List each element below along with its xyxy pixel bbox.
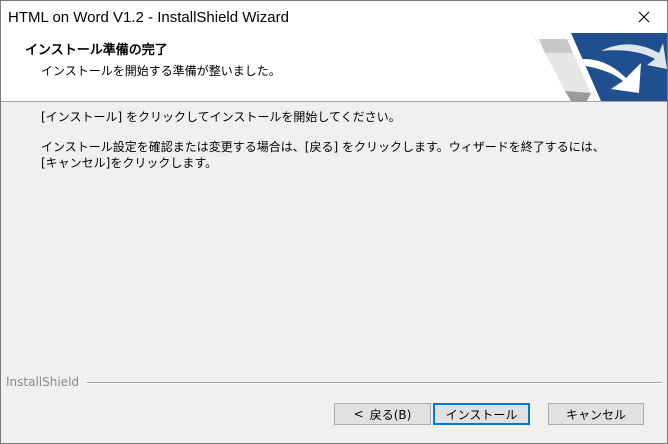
install-button[interactable]: インストール [433, 403, 530, 425]
install-button-label: インストール [445, 407, 518, 422]
back-button[interactable]: < 戻る(B) [334, 403, 431, 425]
installshield-logo-icon [531, 33, 667, 101]
content-area: [インストール] をクリックしてインストールを開始してください。 インストール設… [41, 109, 641, 171]
window-title: HTML on Word V1.2 - InstallShield Wizard [8, 9, 289, 26]
header-banner: インストール準備の完了 インストールを開始する準備が整いました。 [1, 33, 667, 102]
chevron-left-icon: < [353, 407, 364, 421]
divider-line [87, 382, 662, 384]
cancel-button[interactable]: キャンセル [548, 403, 644, 425]
description-text: インストール設定を確認または変更する場合は、[戻る] をクリックします。ウィザー… [41, 140, 605, 154]
page-title: インストール準備の完了 [25, 43, 168, 58]
close-button[interactable] [621, 1, 667, 33]
page-subtitle: インストールを開始する準備が整いました。 [41, 64, 281, 78]
description-text-continued: [キャンセル]をクリックします。 [41, 156, 218, 170]
instruction-text: [インストール] をクリックしてインストールを開始してください。 [41, 110, 401, 124]
cancel-button-label: キャンセル [565, 407, 626, 422]
footer-divider: InstallShield [1, 375, 667, 391]
installer-window: HTML on Word V1.2 - InstallShield Wizard… [0, 0, 668, 444]
close-icon [638, 11, 650, 23]
brand-label: InstallShield [6, 375, 80, 389]
back-button-label: 戻る(B) [369, 407, 412, 422]
title-bar[interactable]: HTML on Word V1.2 - InstallShield Wizard [1, 1, 667, 33]
